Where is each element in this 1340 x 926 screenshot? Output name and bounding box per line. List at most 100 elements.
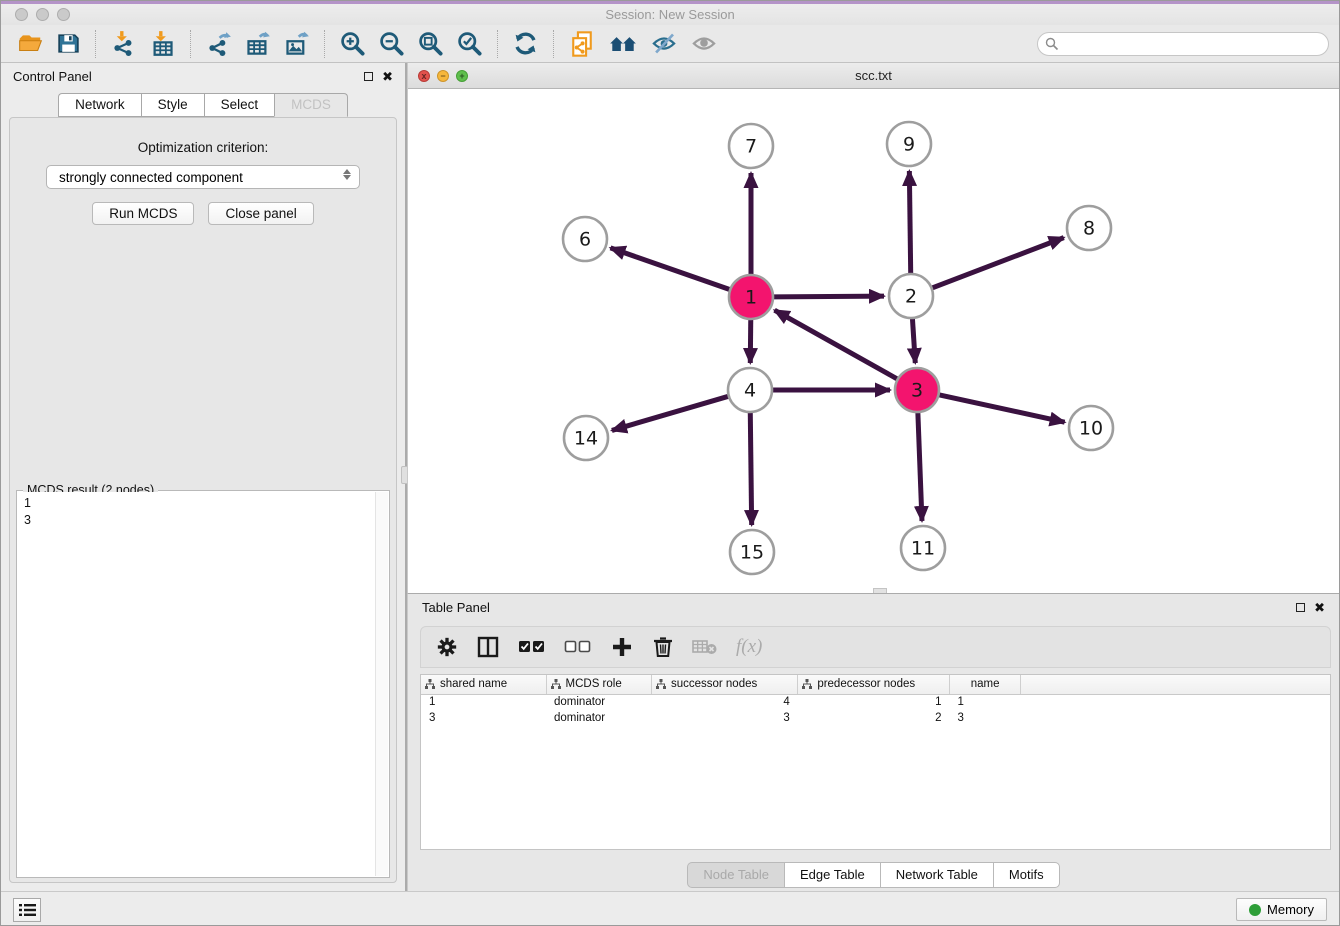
select-all-columns-button[interactable] [511, 635, 553, 659]
svg-text:15: 15 [740, 542, 764, 564]
cell-name[interactable]: 1 [950, 694, 1021, 710]
svg-text:2: 2 [905, 286, 917, 308]
memory-button[interactable]: Memory [1236, 898, 1327, 921]
table-row[interactable]: 1dominator411 [421, 694, 1330, 710]
graph-edge-3-10[interactable] [939, 395, 1064, 422]
float-panel-icon[interactable] [364, 72, 373, 81]
first-neighbors-button[interactable] [602, 28, 644, 59]
show-all-button[interactable] [684, 28, 724, 59]
cell-predecessor-nodes[interactable]: 1 [798, 694, 950, 710]
graph-node-10[interactable]: 10 [1069, 406, 1113, 450]
column-header-shared-name[interactable]: shared name [421, 675, 546, 694]
task-list-icon [19, 903, 36, 917]
zoom-selected-button[interactable] [450, 28, 489, 59]
float-table-panel-icon[interactable] [1296, 603, 1305, 612]
close-panel-button[interactable]: Close panel [208, 202, 313, 225]
graph-node-9[interactable]: 9 [887, 122, 931, 166]
unselect-all-columns-button[interactable] [557, 635, 599, 659]
close-table-panel-icon[interactable]: ✖ [1314, 601, 1325, 614]
toolbar-separator [553, 30, 554, 58]
graph-edge-4-14[interactable] [612, 396, 728, 430]
cell-predecessor-nodes[interactable]: 2 [798, 710, 950, 726]
tab-network[interactable]: Network [58, 93, 141, 117]
open-session-button[interactable] [11, 29, 50, 59]
result-scrollbar[interactable] [375, 492, 388, 876]
graph-node-11[interactable]: 11 [901, 526, 945, 570]
graph-edge-2-8[interactable] [932, 238, 1063, 288]
fx-icon: f(x) [736, 636, 762, 658]
new-network-from-selection-button[interactable] [562, 28, 602, 60]
search-input[interactable] [1037, 32, 1329, 56]
export-table-button[interactable] [238, 28, 277, 59]
cell-MCDS-role[interactable]: dominator [546, 710, 651, 726]
graph-edge-2-3[interactable] [912, 319, 915, 363]
zoom-in-button[interactable] [333, 28, 372, 59]
optimization-criterion-select[interactable]: strongly connected component [46, 165, 360, 189]
export-network-icon [205, 30, 232, 57]
tab-mcds[interactable]: MCDS [274, 93, 348, 117]
cell-successor-nodes[interactable]: 4 [651, 694, 797, 710]
eye-slash-icon [650, 30, 678, 57]
graph-node-14[interactable]: 14 [564, 416, 608, 460]
tab-style[interactable]: Style [141, 93, 204, 117]
graph-node-6[interactable]: 6 [563, 217, 607, 261]
column-tree-icon [551, 679, 561, 689]
cell-shared-name[interactable]: 3 [421, 710, 546, 726]
table-settings-button[interactable] [429, 633, 465, 661]
cell-successor-nodes[interactable]: 3 [651, 710, 797, 726]
eye-icon [690, 30, 718, 57]
network-window-titlebar[interactable]: x − + scc.txt [408, 63, 1339, 89]
add-column-button[interactable] [603, 632, 641, 662]
graph-edge-3-11[interactable] [918, 413, 922, 521]
graph-node-2[interactable]: 2 [889, 274, 933, 318]
graph-edge-2-9[interactable] [909, 171, 910, 273]
table-toolbar: f(x) [420, 626, 1331, 668]
toggle-column-view-button[interactable] [469, 632, 507, 662]
table-row[interactable]: 3dominator323 [421, 710, 1330, 726]
cell-name[interactable]: 3 [950, 710, 1021, 726]
refresh-button[interactable] [506, 28, 545, 59]
graph-edge-1-6[interactable] [610, 248, 729, 290]
zoom-out-button[interactable] [372, 28, 411, 59]
network-canvas[interactable]: 7 9 6 8 1 2 4 3 14 10 15 11 [408, 89, 1339, 592]
tab-select[interactable]: Select [204, 93, 275, 117]
tab-node-table[interactable]: Node Table [687, 862, 784, 888]
checked-boxes-icon [518, 638, 546, 656]
function-builder-button[interactable]: f(x) [729, 633, 769, 661]
tab-edge-table[interactable]: Edge Table [784, 862, 880, 888]
graph-node-7[interactable]: 7 [729, 124, 773, 168]
run-mcds-button[interactable]: Run MCDS [92, 202, 194, 225]
graph-node-4[interactable]: 4 [728, 368, 772, 412]
column-header-successor-nodes[interactable]: successor nodes [651, 675, 797, 694]
graph-node-8[interactable]: 8 [1067, 206, 1111, 250]
import-table-button[interactable] [143, 28, 182, 59]
cell-shared-name[interactable]: 1 [421, 694, 546, 710]
zoom-fit-button[interactable] [411, 28, 450, 59]
graph-node-3[interactable]: 3 [895, 368, 939, 412]
mcds-result-text[interactable]: 1 3 [18, 492, 375, 876]
column-header-MCDS-role[interactable]: MCDS role [546, 675, 651, 694]
graph-node-1[interactable]: 1 [729, 275, 773, 319]
export-image-button[interactable] [277, 28, 316, 59]
column-header-predecessor-nodes[interactable]: predecessor nodes [798, 675, 950, 694]
cell-MCDS-role[interactable]: dominator [546, 694, 651, 710]
show-task-history-button[interactable] [13, 898, 41, 922]
graph-edge-1-2[interactable] [774, 296, 884, 297]
column-header-name[interactable]: name [950, 675, 1021, 694]
delete-table-button[interactable] [685, 634, 725, 660]
import-network-button[interactable] [104, 28, 143, 59]
application-window: Session: New Session [0, 0, 1340, 926]
hide-selected-button[interactable] [644, 28, 684, 59]
tab-network-table[interactable]: Network Table [880, 862, 993, 888]
close-panel-icon[interactable]: ✖ [382, 70, 393, 83]
delete-table-icon [692, 637, 718, 657]
delete-column-button[interactable] [645, 632, 681, 662]
tab-motifs[interactable]: Motifs [993, 862, 1060, 888]
node-table[interactable]: shared nameMCDS rolesuccessor nodesprede… [420, 674, 1331, 850]
graph-edge-3-1[interactable] [775, 310, 897, 379]
svg-text:8: 8 [1083, 218, 1095, 240]
export-network-button[interactable] [199, 28, 238, 59]
graph-node-15[interactable]: 15 [730, 530, 774, 574]
graph-edge-4-15[interactable] [750, 413, 751, 525]
save-session-button[interactable] [50, 29, 87, 58]
